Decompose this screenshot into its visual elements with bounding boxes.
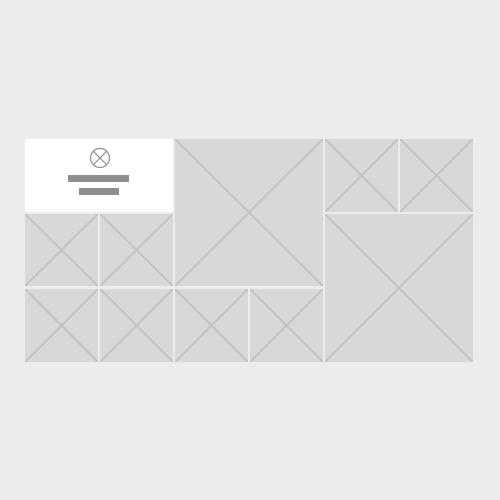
image-placeholder-tile[interactable] [100, 289, 173, 362]
close-circle-icon[interactable] [89, 147, 111, 169]
image-placeholder-tile[interactable] [100, 214, 173, 286]
image-placeholder-tile[interactable] [175, 289, 248, 362]
image-placeholder-icon [100, 214, 173, 286]
image-placeholder-tile[interactable] [25, 214, 98, 286]
image-placeholder-tile[interactable] [25, 289, 98, 362]
subtitle-placeholder-bar [79, 188, 119, 195]
image-placeholder-icon [100, 289, 173, 362]
image-placeholder-icon [175, 139, 323, 286]
image-placeholder-tile[interactable] [250, 289, 323, 362]
image-placeholder-tile[interactable] [325, 139, 398, 212]
image-placeholder-tile-large[interactable] [175, 139, 323, 286]
image-placeholder-icon [250, 289, 323, 362]
image-placeholder-icon [325, 139, 398, 212]
image-placeholder-icon [325, 214, 473, 362]
image-placeholder-tile[interactable] [400, 139, 473, 212]
image-placeholder-tile-large[interactable] [325, 214, 473, 362]
caption-card[interactable] [25, 139, 173, 212]
thumbnail-grid [0, 0, 500, 500]
image-placeholder-icon [25, 214, 98, 286]
image-placeholder-icon [400, 139, 473, 212]
image-placeholder-icon [25, 289, 98, 362]
image-placeholder-icon [175, 289, 248, 362]
title-placeholder-bar [68, 175, 129, 182]
